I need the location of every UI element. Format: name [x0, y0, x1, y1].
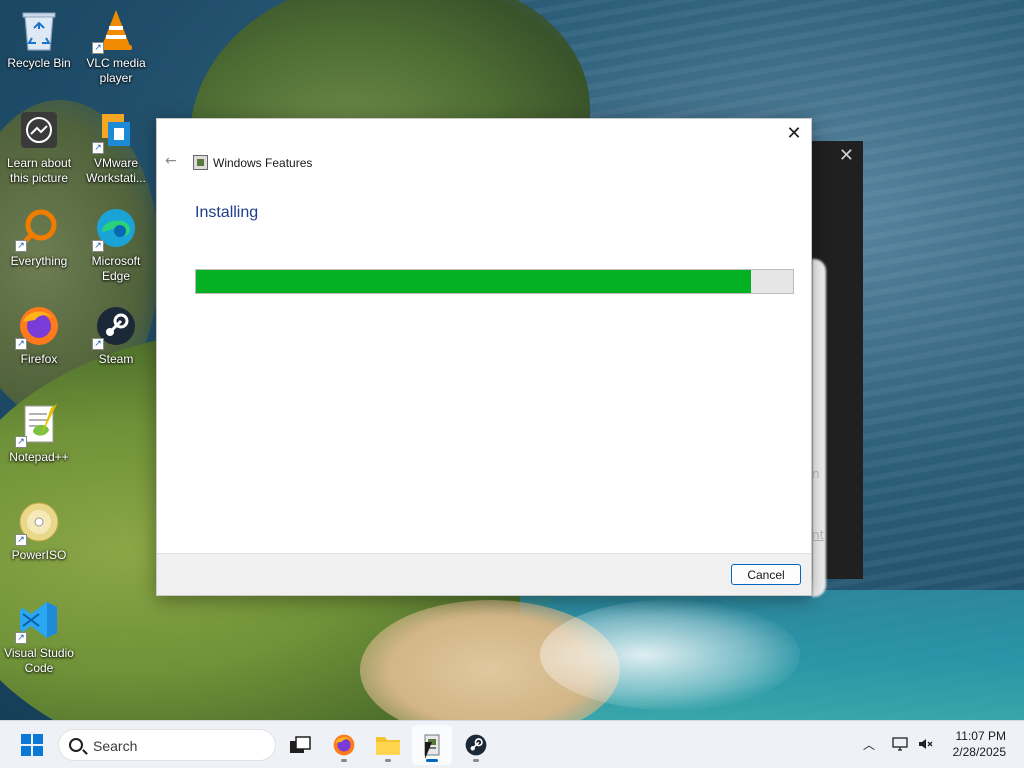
desktop-icon-label: Visual Studio Code	[4, 646, 74, 675]
shortcut-arrow-icon: ↗	[15, 436, 27, 448]
running-indicator	[341, 759, 347, 762]
desktop-icon-label: Firefox	[20, 352, 58, 366]
desktop-icon-label: Microsoft Edge	[91, 254, 141, 283]
desktop-icon-label: Recycle Bin	[7, 56, 71, 70]
taskbar-firefox[interactable]	[324, 725, 364, 765]
windows-logo-icon	[21, 734, 43, 756]
edge-icon: ↗	[92, 204, 140, 252]
desktop-icon-learn-about-picture[interactable]: Learn about this picture	[1, 106, 77, 186]
shortcut-arrow-icon: ↗	[92, 338, 104, 350]
shortcut-arrow-icon: ↗	[92, 142, 104, 154]
clock-date: 2/28/2025	[952, 745, 1006, 759]
everything-search-icon: ↗	[15, 204, 63, 252]
background-dialog-link[interactable]: nt	[812, 528, 824, 542]
volume-muted-icon[interactable]	[917, 735, 935, 753]
firefox-icon: ↗	[15, 302, 63, 350]
task-view-icon	[290, 736, 311, 753]
desktop-icon-poweriso[interactable]: ↗ PowerISO	[1, 498, 77, 563]
desktop-icon-label: Learn about this picture	[6, 156, 72, 185]
desktop-icon-label: Steam	[98, 352, 134, 366]
active-indicator	[426, 759, 438, 762]
close-icon: ✕	[786, 123, 802, 144]
search-icon	[69, 738, 83, 752]
desktop-icon-notepadpp[interactable]: ↗ Notepad++	[1, 400, 77, 465]
background-dialog-text: n	[812, 467, 820, 481]
vlc-icon: ↗	[92, 6, 140, 54]
progress-fill	[196, 270, 752, 293]
desktop-icon-vscode[interactable]: ↗ Visual Studio Code	[1, 596, 77, 676]
desktop-icon-label: PowerISO	[11, 548, 67, 562]
taskbar: ︿ 11:07 PM 2/28/2025	[0, 720, 1024, 768]
running-indicator	[385, 759, 391, 762]
taskbar-search-box[interactable]	[58, 729, 276, 761]
shortcut-arrow-icon: ↗	[92, 42, 104, 54]
poweriso-icon: ↗	[15, 498, 63, 546]
wallpaper-foam	[540, 600, 800, 710]
back-arrow-icon[interactable]: ←	[165, 154, 179, 168]
taskbar-file-explorer[interactable]	[368, 725, 408, 765]
search-input[interactable]	[93, 736, 263, 756]
shortcut-arrow-icon: ↗	[15, 240, 27, 252]
dialog-title: Windows Features	[213, 156, 313, 170]
dialog-heading: Installing	[195, 204, 259, 221]
learn-picture-icon	[15, 106, 63, 154]
folder-icon	[376, 737, 400, 755]
shortcut-arrow-icon: ↗	[15, 338, 27, 350]
taskbar-task-view[interactable]	[280, 725, 320, 765]
taskbar-clock[interactable]: 11:07 PM 2/28/2025	[953, 728, 1006, 760]
desktop-icon-edge[interactable]: ↗ Microsoft Edge	[78, 204, 154, 284]
steam-icon	[465, 734, 487, 756]
shortcut-arrow-icon: ↗	[15, 632, 27, 644]
close-button[interactable]: ✕	[783, 123, 805, 145]
shortcut-arrow-icon: ↗	[92, 240, 104, 252]
firefox-icon	[333, 734, 355, 756]
start-button[interactable]	[12, 725, 52, 765]
steam-icon: ↗	[92, 302, 140, 350]
network-icon[interactable]	[891, 735, 909, 753]
windows-features-icon	[193, 155, 208, 170]
background-dialog-panel	[812, 259, 826, 597]
desktop-icon-vmware[interactable]: ↗ VMware Workstati...	[78, 106, 154, 186]
desktop-icon-recycle-bin[interactable]: Recycle Bin	[1, 6, 77, 71]
recycle-bin-icon	[15, 6, 63, 54]
background-dialog[interactable]: ✕ n nt	[812, 141, 863, 597]
vmware-icon: ↗	[92, 106, 140, 154]
cancel-button[interactable]: Cancel	[731, 564, 801, 585]
notepadpp-icon: ↗	[15, 400, 63, 448]
desktop-icon-steam[interactable]: ↗ Steam	[78, 302, 154, 367]
desktop-icon-label: VLC media player	[86, 56, 146, 85]
running-indicator	[473, 759, 479, 762]
desktop-icon-label: Notepad++	[9, 450, 69, 464]
close-icon[interactable]: ✕	[839, 147, 854, 165]
desktop-icon-everything[interactable]: ↗ Everything	[1, 204, 77, 269]
windows-features-dialog: ✕ ← Windows Features Installing Cancel	[156, 118, 812, 596]
shortcut-arrow-icon: ↗	[15, 534, 27, 546]
install-progress-bar	[195, 269, 794, 294]
desktop-icon-firefox[interactable]: ↗ Firefox	[1, 302, 77, 367]
mouse-cursor-icon	[425, 742, 439, 759]
desktop-icon-vlc[interactable]: ↗ VLC media player	[78, 6, 154, 86]
desktop-icon-label: VMware Workstati...	[86, 156, 146, 185]
clock-time: 11:07 PM	[955, 729, 1006, 743]
show-hidden-icons-chevron-icon[interactable]: ︿	[860, 735, 878, 753]
vscode-icon: ↗	[15, 596, 63, 644]
desktop-icon-label: Everything	[10, 254, 68, 268]
dialog-footer: Cancel	[157, 553, 811, 595]
taskbar-steam[interactable]	[456, 725, 496, 765]
